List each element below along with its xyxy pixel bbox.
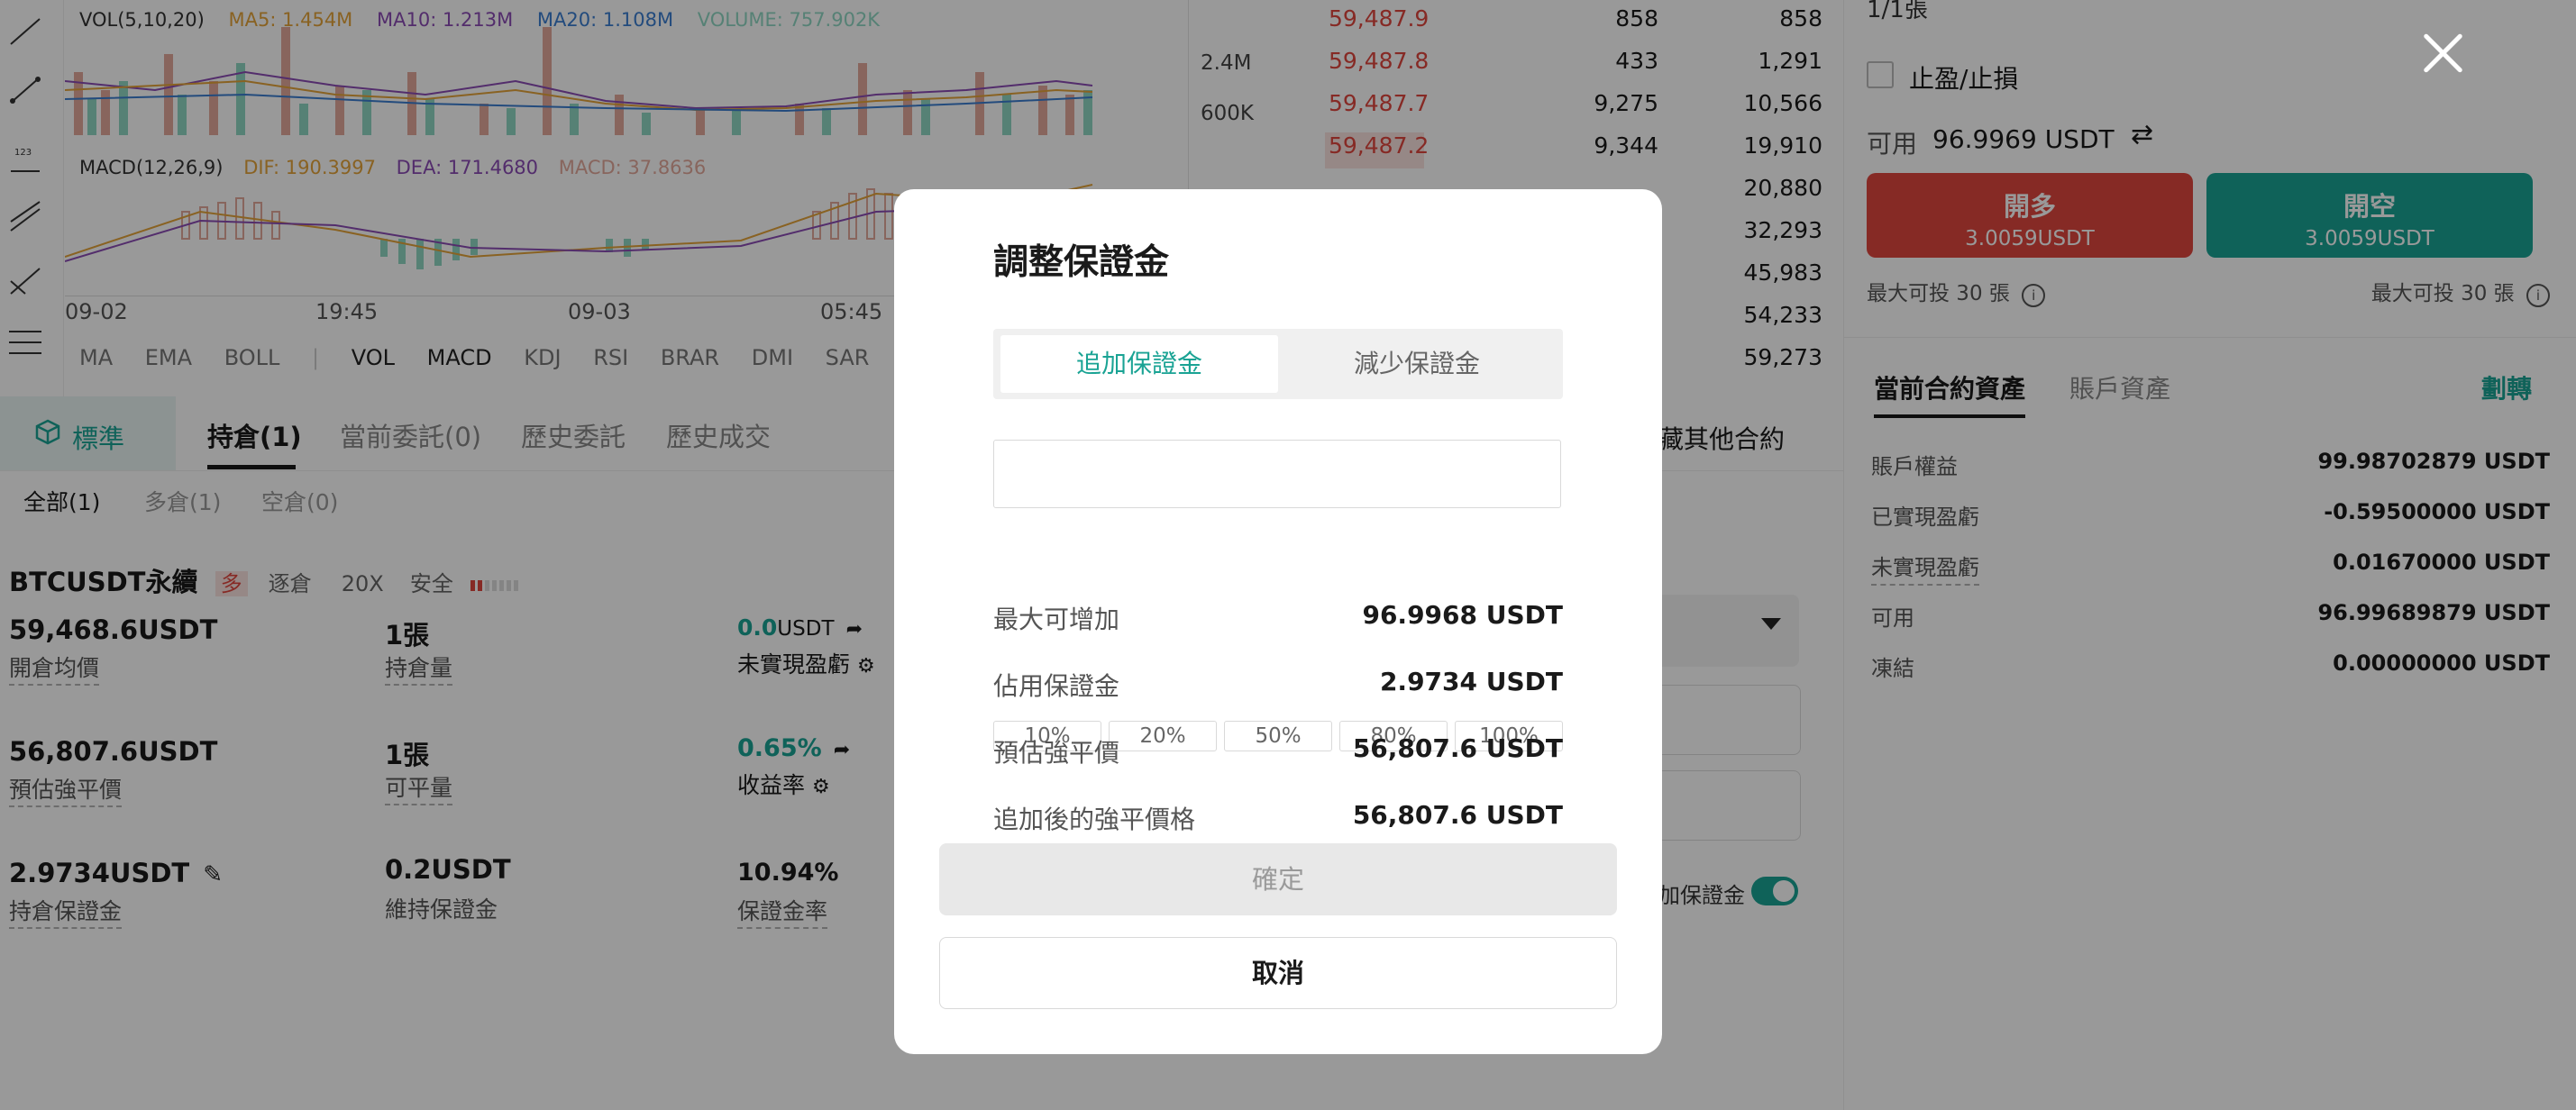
tab-add-margin-label: 追加保證金 <box>1075 349 1202 378</box>
margin-amount-input[interactable] <box>993 440 1561 508</box>
info-key: 佔用保證金 <box>993 671 1120 701</box>
info-key: 最大可增加 <box>993 605 1120 634</box>
tab-reduce-margin-label: 減少保證金 <box>1353 349 1480 378</box>
confirm-label: 確定 <box>1251 864 1304 895</box>
cancel-button[interactable]: 取消 <box>939 937 1617 1009</box>
tab-add-margin[interactable]: 追加保證金 <box>1000 335 1278 393</box>
tab-reduce-margin[interactable]: 減少保證金 <box>1278 335 1556 393</box>
confirm-button[interactable]: 確定 <box>939 843 1617 915</box>
info-value: 56,807.6 USDT <box>1352 800 1563 830</box>
info-row-used-margin: 佔用保證金 2.9734 USDT <box>993 667 1563 706</box>
info-value: 56,807.6 USDT <box>1352 733 1563 763</box>
info-row-new-liq-price: 追加後的強平價格 56,807.6 USDT <box>993 800 1563 840</box>
info-row-liq-price: 預估強平價 56,807.6 USDT <box>993 733 1563 773</box>
info-value: 2.9734 USDT <box>1379 667 1563 696</box>
adjust-margin-dialog: 調整保證金 追加保證金 減少保證金 10% 20% 50% 80% 100% 最… <box>894 189 1662 1054</box>
dialog-title: 調整保證金 <box>993 242 1170 283</box>
info-row-max-add: 最大可增加 96.9968 USDT <box>993 600 1563 640</box>
info-key: 預估強平價 <box>993 738 1120 768</box>
close-icon[interactable] <box>2420 31 2465 76</box>
cancel-label: 取消 <box>1251 958 1304 988</box>
margin-tab-group: 追加保證金 減少保證金 <box>993 329 1563 399</box>
info-value: 96.9968 USDT <box>1362 600 1563 630</box>
info-key: 追加後的強平價格 <box>993 805 1196 834</box>
